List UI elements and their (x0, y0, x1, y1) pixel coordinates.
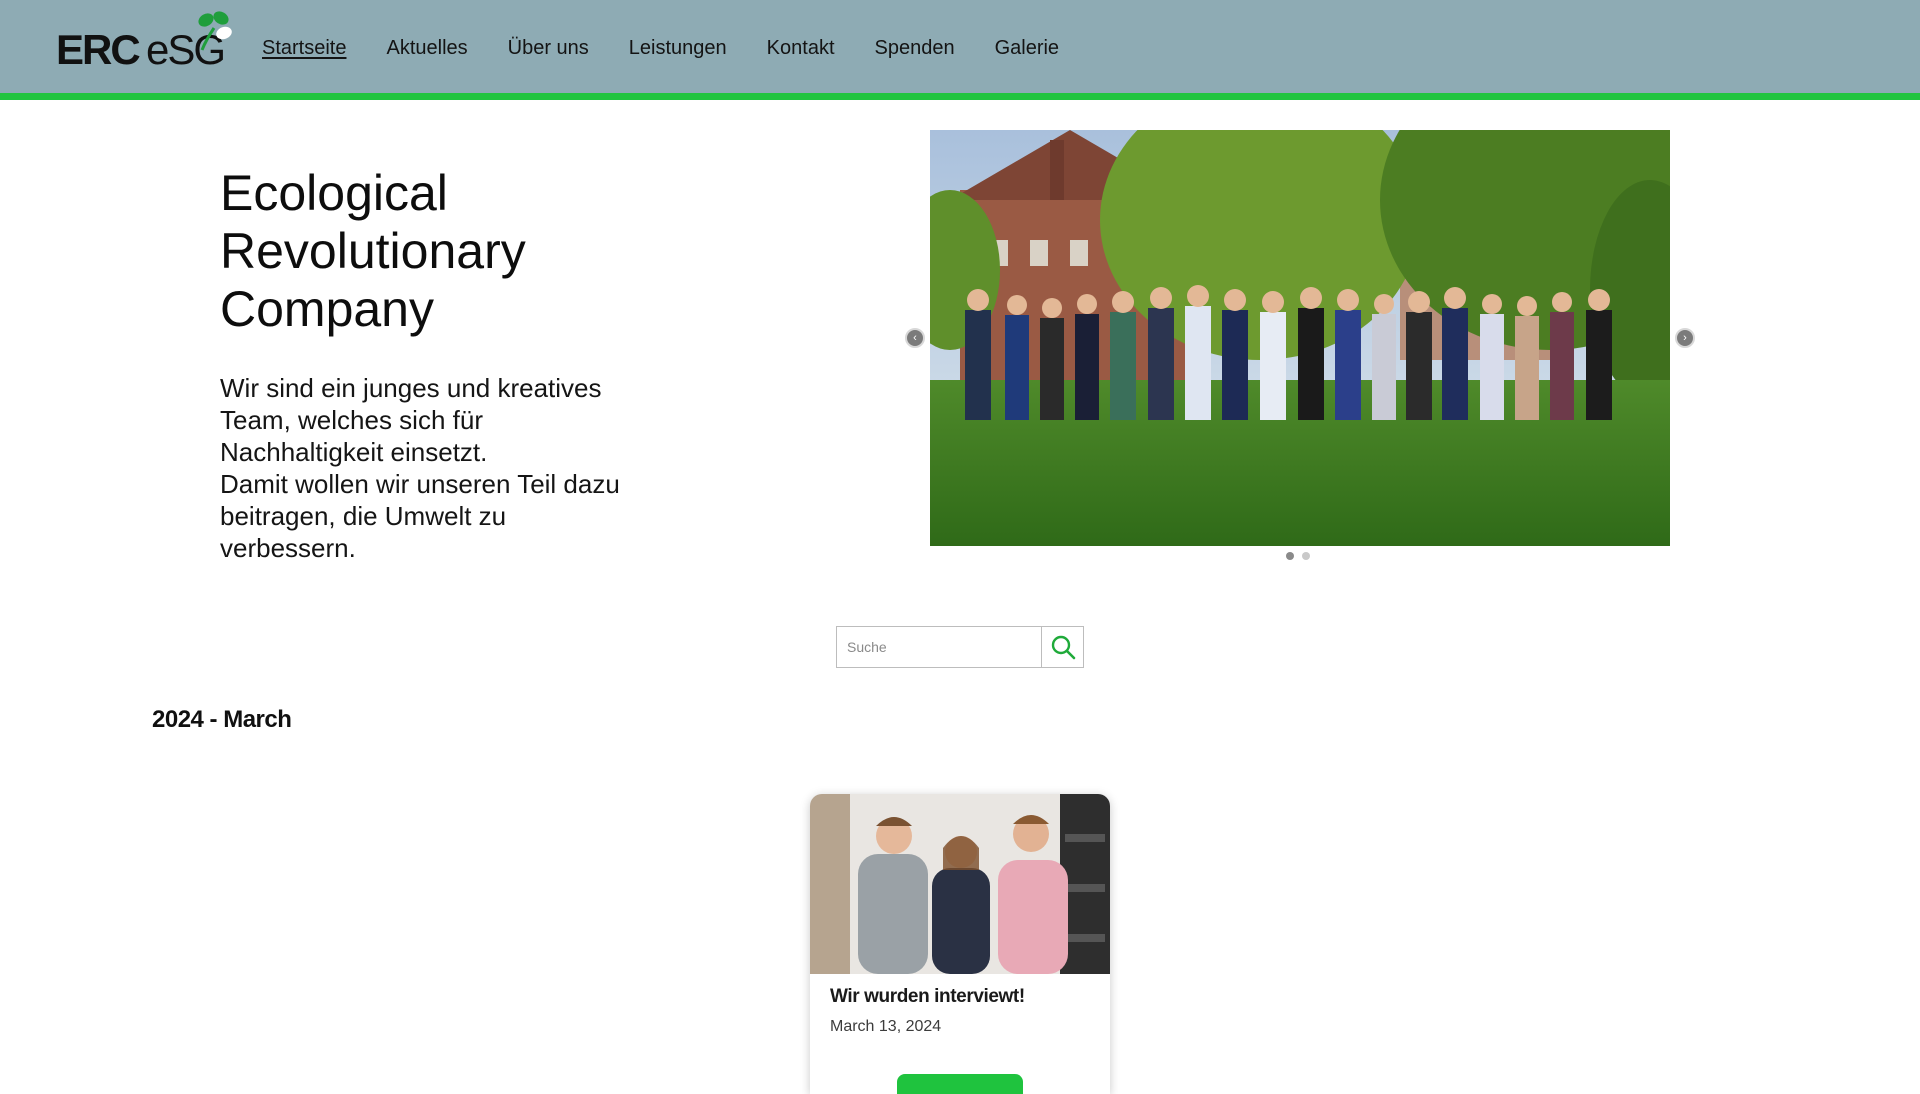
nav-leistungen[interactable]: Leistungen (629, 37, 727, 60)
nav-spenden[interactable]: Spenden (875, 37, 955, 60)
nav-kontakt[interactable]: Kontakt (767, 37, 835, 60)
nav-aktuelles[interactable]: Aktuelles (386, 37, 467, 60)
search-input[interactable] (837, 627, 1041, 667)
search-button[interactable] (1041, 627, 1083, 667)
svg-text:ERC: ERC (56, 26, 140, 72)
hero-title: Ecological Revolutionary Company (220, 165, 526, 337)
site-header: ERC eSG Startseite Aktuelles Über uns Le… (0, 0, 1920, 100)
hero-text-line-1: Wir sind ein junges und kreatives Team, … (220, 373, 602, 467)
post-photo (810, 794, 1110, 974)
archive-month-heading: 2024 - March (152, 706, 292, 733)
nav-ueber-uns[interactable]: Über uns (508, 37, 589, 60)
search-box (836, 626, 1084, 668)
site-logo[interactable]: ERC eSG (56, 6, 236, 72)
slider-dot-1[interactable] (1286, 552, 1294, 560)
nav-startseite[interactable]: Startseite (262, 37, 346, 60)
chevron-left-icon: ‹ (913, 331, 917, 344)
post-card[interactable]: Wir wurden interviewt! March 13, 2024 (810, 794, 1110, 1094)
hero-description: Wir sind ein junges und kreatives Team, … (220, 372, 640, 564)
nav-galerie[interactable]: Galerie (995, 37, 1059, 60)
slider-next-button[interactable]: › (1675, 328, 1695, 348)
hero-image-slider[interactable] (930, 130, 1670, 546)
post-title[interactable]: Wir wurden interviewt! (830, 986, 1025, 1008)
hero-text-line-2: Damit wollen wir unseren Teil dazu beitr… (220, 469, 620, 563)
chevron-right-icon: › (1683, 331, 1687, 344)
erc-esg-logo: ERC eSG (56, 11, 232, 72)
search-icon (1051, 635, 1075, 660)
slider-prev-button[interactable]: ‹ (905, 328, 925, 348)
main-navigation: Startseite Aktuelles Über uns Leistungen… (262, 34, 1059, 62)
slider-pagination (1286, 552, 1310, 560)
post-date: March 13, 2024 (830, 1018, 942, 1035)
slider-dot-2[interactable] (1302, 552, 1310, 560)
group-photo (930, 130, 1670, 546)
post-thumbnail[interactable] (810, 794, 1110, 974)
read-more-button[interactable] (897, 1074, 1023, 1094)
